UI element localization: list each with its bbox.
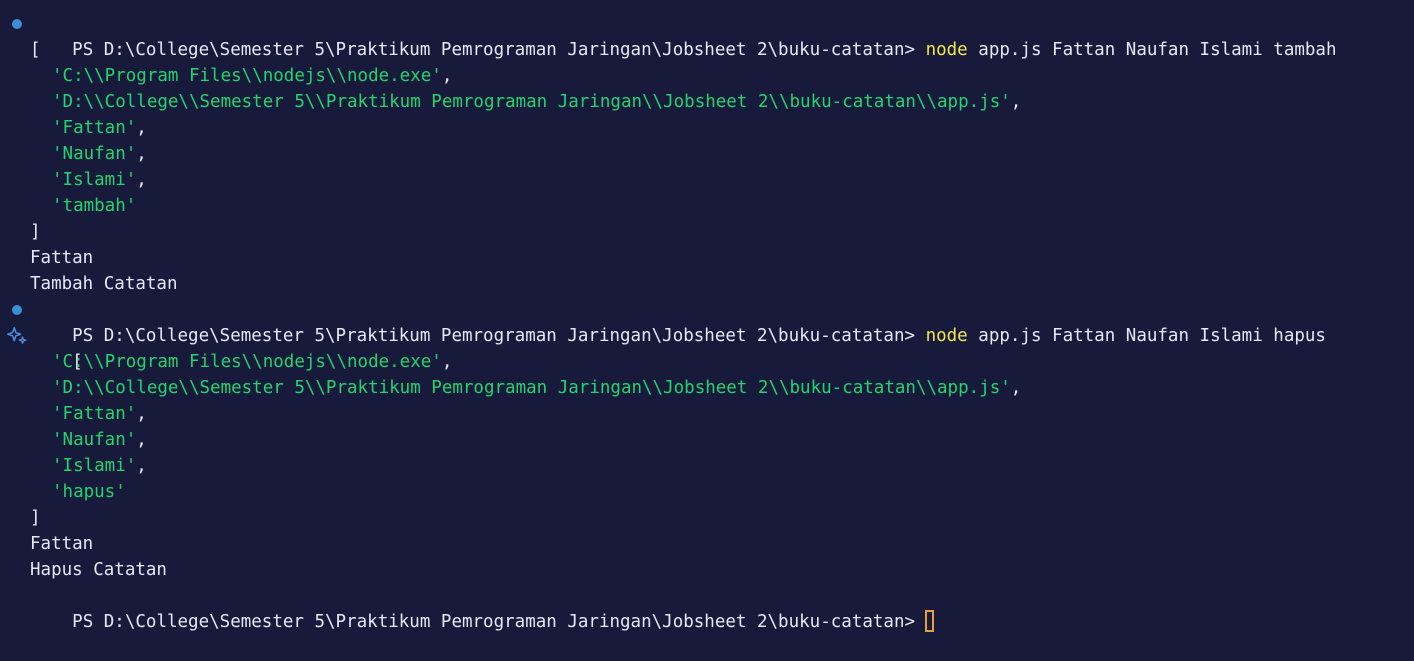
array-item: 'Fattan', xyxy=(52,404,147,424)
status-dot-icon[interactable] xyxy=(12,305,22,315)
array-item: 'Naufan', xyxy=(52,430,147,450)
array-item: 'Naufan', xyxy=(52,144,147,164)
command-line-1: PS D:\College\Semester 5\Praktikum Pemro… xyxy=(0,11,1414,60)
array-item: 'C:\\Program Files\\nodejs\\node.exe', xyxy=(52,352,453,372)
array-close: ] xyxy=(30,222,41,242)
terminal[interactable]: PS D:\College\Semester 5\Praktikum Pemro… xyxy=(0,0,1414,632)
array-item: 'D:\\College\\Semester 5\\Praktikum Pemr… xyxy=(52,378,1022,398)
array-item: 'hapus' xyxy=(52,482,126,502)
array-item: 'tambah' xyxy=(52,196,137,216)
status-dot-icon[interactable] xyxy=(12,19,22,29)
output-line: Fattan xyxy=(30,534,94,554)
text-cursor[interactable] xyxy=(925,610,935,632)
array-open-line: [ xyxy=(0,323,1414,372)
array-close: ] xyxy=(30,508,41,528)
prompt: PS D:\College\Semester 5\Praktikum Pemro… xyxy=(72,612,916,632)
output-line: Hapus Catatan xyxy=(30,560,167,580)
array-item: 'D:\\College\\Semester 5\\Praktikum Pemr… xyxy=(52,92,1022,112)
output-line: Tambah Catatan xyxy=(30,274,178,294)
output-line: Fattan xyxy=(30,248,94,268)
array-open: [ xyxy=(30,40,41,60)
current-prompt-line[interactable]: PS D:\College\Semester 5\Praktikum Pemro… xyxy=(0,583,1414,632)
array-item: 'Islami', xyxy=(52,170,147,190)
array-item: 'Fattan', xyxy=(52,118,147,138)
array-item: 'C:\\Program Files\\nodejs\\node.exe', xyxy=(52,66,453,86)
command-line-2: PS D:\College\Semester 5\Praktikum Pemro… xyxy=(0,297,1414,346)
array-item: 'Islami', xyxy=(52,456,147,476)
sparkle-icon[interactable] xyxy=(6,325,28,347)
